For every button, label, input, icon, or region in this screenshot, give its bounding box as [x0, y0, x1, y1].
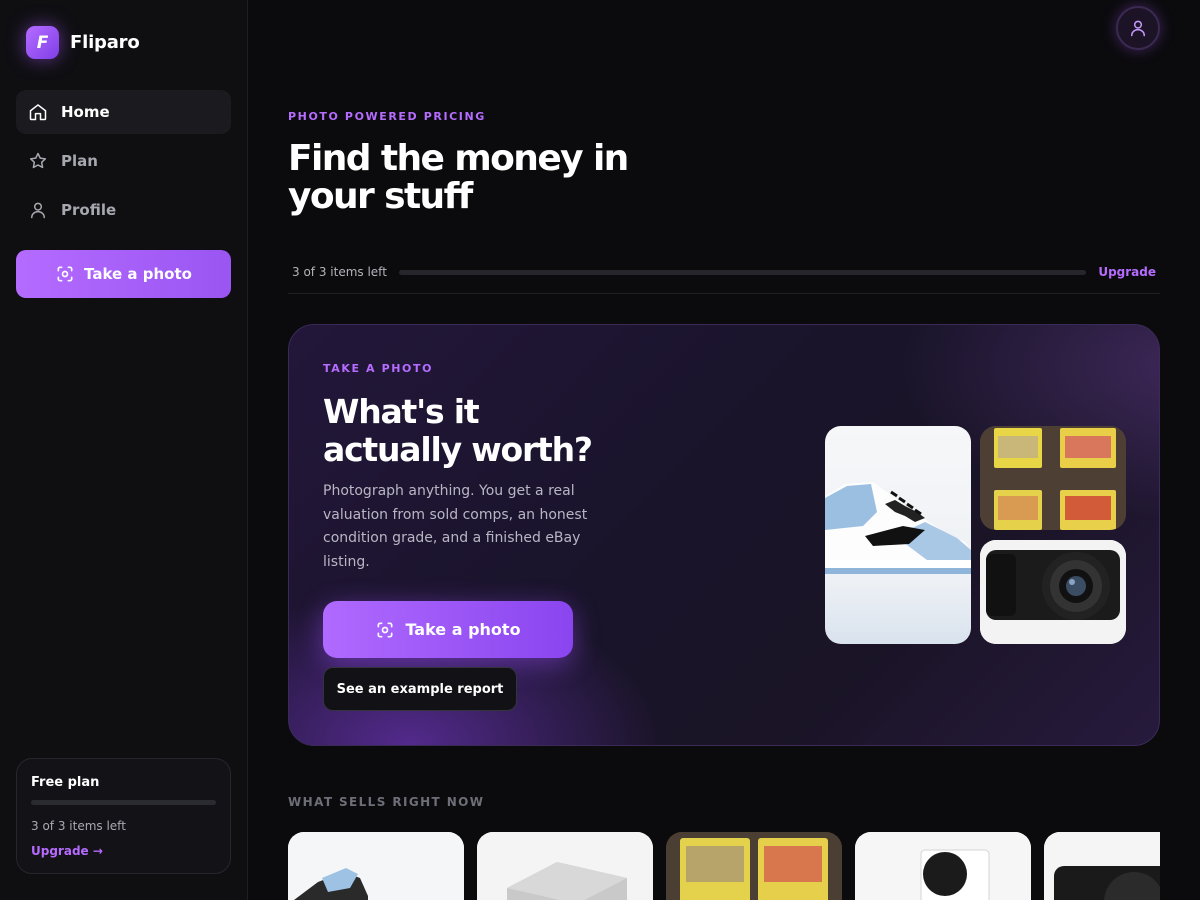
- sneaker-image: [825, 426, 971, 644]
- sidebar-item-label: Profile: [61, 201, 117, 219]
- page-eyebrow: PHOTO POWERED PRICING: [288, 110, 486, 123]
- hero-card: TAKE A PHOTO What's it actually worth? P…: [288, 324, 1160, 746]
- plan-usage-bar: [31, 800, 216, 805]
- plan-items-count: 3 of 3 items left: [31, 819, 126, 833]
- take-photo-label: Take a photo: [84, 265, 192, 283]
- divider: [288, 293, 1160, 294]
- section-label: WHAT SELLS RIGHT NOW: [288, 795, 485, 809]
- trading-cards-image: [980, 426, 1126, 530]
- sidebar-nav: Home Plan Profile: [16, 90, 231, 237]
- user-icon: [31, 202, 45, 219]
- take-photo-button[interactable]: Take a photo: [16, 250, 231, 298]
- user-icon: [1131, 20, 1145, 37]
- hero-take-photo-label: Take a photo: [405, 620, 521, 639]
- brand-logo: F: [26, 26, 59, 59]
- usage-label: 3 of 3 items left: [292, 265, 387, 279]
- upgrade-link[interactable]: Upgrade: [1098, 265, 1156, 279]
- star-icon: [29, 152, 47, 169]
- sidebar-item-plan[interactable]: Plan: [16, 139, 231, 183]
- plan-upgrade-link[interactable]: Upgrade →: [31, 844, 103, 858]
- sidebar-item-label: Home: [61, 103, 110, 121]
- sidebar-item-label: Plan: [61, 152, 98, 170]
- sneaker-thumbnail[interactable]: [288, 832, 464, 900]
- plan-title: Free plan: [31, 775, 100, 790]
- usage-bar: [398, 269, 1087, 275]
- avatar[interactable]: [1116, 6, 1160, 50]
- hero-take-photo-button[interactable]: Take a photo: [323, 601, 573, 658]
- camera-image: [980, 540, 1126, 644]
- home-icon: [29, 104, 47, 121]
- camera-scan-icon: [377, 622, 393, 637]
- card-description: Photograph anything. You get a real valu…: [323, 483, 588, 570]
- sidebar: F Fliparo Home Plan Profile Take a photo…: [0, 0, 248, 900]
- brand-name: Fliparo: [70, 32, 140, 53]
- card-eyebrow: TAKE A PHOTO: [323, 362, 434, 375]
- page-title: Find the money in your stuff: [288, 138, 629, 217]
- example-report-button[interactable]: See an example report: [323, 667, 517, 711]
- usage-row: 3 of 3 items left Upgrade: [292, 262, 1156, 282]
- sidebar-item-profile[interactable]: Profile: [16, 188, 231, 232]
- card-title: What's it actually worth?: [323, 392, 593, 469]
- camera-thumbnail[interactable]: [1044, 832, 1160, 900]
- game-console-thumbnail[interactable]: [477, 832, 653, 900]
- what-sells-list: [288, 832, 1160, 900]
- trading-cards-thumbnail[interactable]: [666, 832, 842, 900]
- brand[interactable]: F Fliparo: [26, 26, 140, 59]
- camera-scan-icon: [57, 266, 73, 282]
- xbox-console-thumbnail[interactable]: [855, 832, 1031, 900]
- sidebar-item-home[interactable]: Home: [16, 90, 231, 134]
- plan-card: Free plan 3 of 3 items left Upgrade →: [16, 758, 231, 874]
